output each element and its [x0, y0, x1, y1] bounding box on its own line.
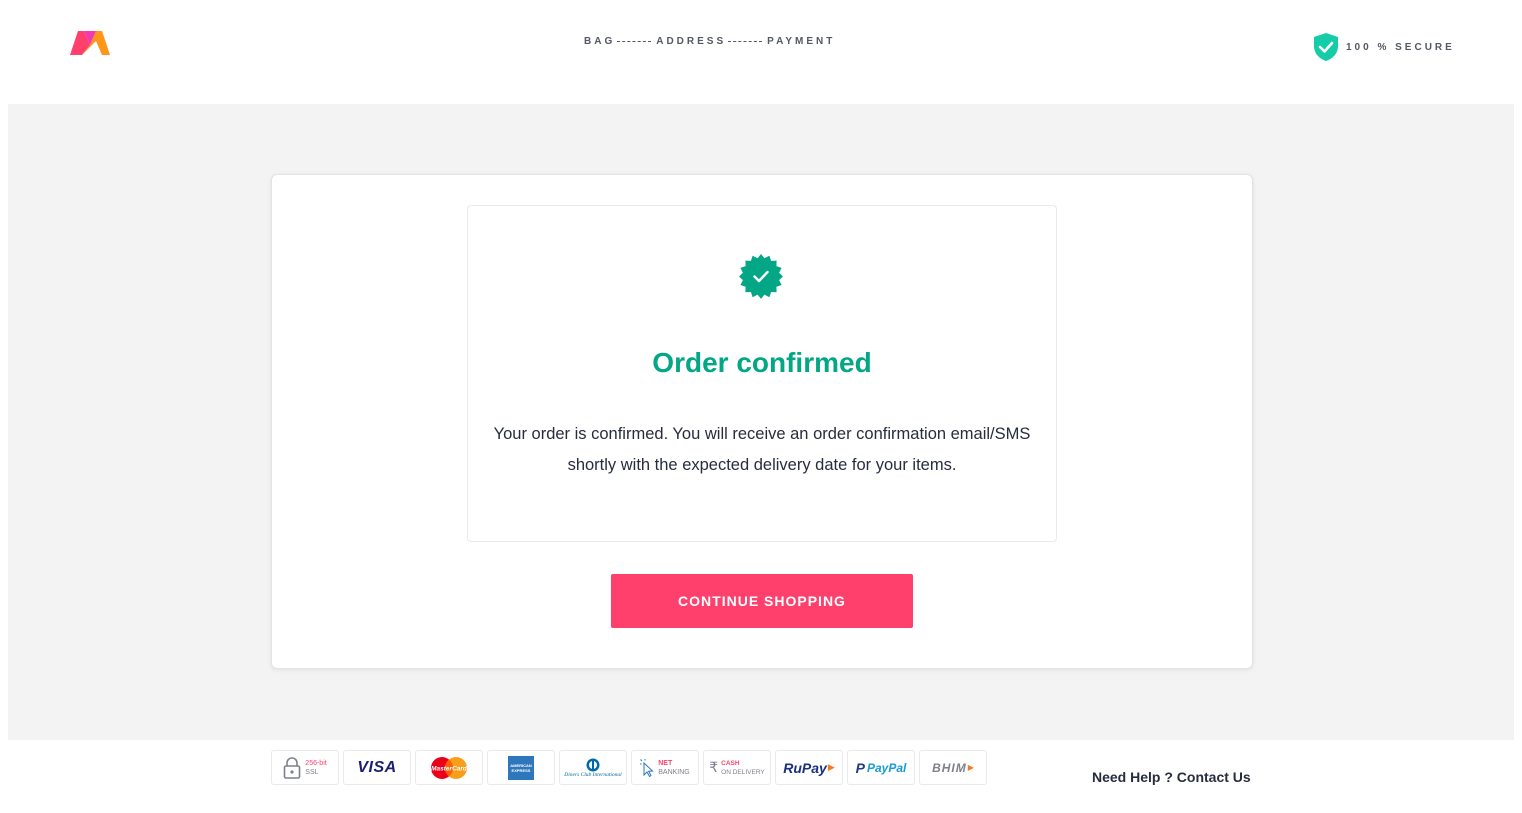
order-confirmed-title: Order confirmed — [652, 347, 872, 378]
diners-label: Diners Club International — [564, 771, 622, 778]
diners-logo: Diners Club International — [559, 750, 627, 785]
ssl-line1: 256-bit — [305, 759, 327, 767]
paypal-logo: P PayPal — [847, 750, 915, 785]
paypal-label: PayPal — [866, 760, 907, 775]
payment-methods: 256-bit SSL VISA MasterCard AMERICAN EXP… — [271, 750, 991, 785]
bhim-label: BHIM — [932, 760, 967, 775]
secure-badge: 100 % SECURE — [1312, 32, 1455, 62]
rupay-logo: RuPay ▶ — [775, 750, 843, 785]
shield-check-icon — [1314, 33, 1338, 61]
amex-icon: AMERICAN EXPRESS — [508, 755, 534, 780]
continue-shopping-button[interactable]: CONTINUE SHOPPING — [611, 574, 913, 628]
amex-logo: AMERICAN EXPRESS — [487, 750, 555, 785]
ssl-line2: SSL — [305, 768, 319, 776]
lock-icon — [283, 756, 301, 779]
step-payment: PAYMENT — [767, 36, 836, 47]
step-divider — [617, 41, 652, 42]
mastercard-logo: MasterCard — [415, 750, 483, 785]
diners-icon — [586, 758, 600, 771]
ssl-badge: 256-bit SSL — [271, 750, 339, 785]
step-divider — [728, 41, 763, 42]
net-banking-badge: NET BANKING — [631, 750, 699, 785]
amex-label: AMERICAN EXPRESS — [510, 762, 532, 773]
cursor-click-icon — [640, 758, 654, 777]
rupay-label: RuPay — [783, 759, 827, 776]
cod-badge: ₹ CASH ON DELIVERY — [703, 750, 771, 785]
confirmation-panel: Order confirmed Your order is confirmed.… — [467, 205, 1057, 542]
visa-label: VISA — [357, 758, 397, 776]
step-bag: BAG — [584, 36, 616, 47]
rupee-icon: ₹ — [709, 759, 719, 775]
confirmation-card: Order confirmed Your order is confirmed.… — [271, 174, 1253, 669]
checkout-steps: BAG ADDRESS PAYMENT — [584, 36, 835, 47]
step-address: ADDRESS — [656, 36, 727, 47]
bhim-arrow-icon: ▶ — [967, 763, 974, 772]
net-banking-line2: BANKING — [658, 768, 690, 776]
rupay-arrow-icon: ▶ — [827, 762, 835, 772]
mastercard-label: MasterCard — [431, 765, 468, 772]
verified-check-icon — [739, 254, 783, 299]
cod-line1: CASH — [721, 759, 740, 767]
header: BAG ADDRESS PAYMENT 100 % SECURE — [0, 0, 1522, 104]
cod-line2: ON DELIVERY — [721, 768, 765, 776]
bhim-logo: BHIM ▶ — [919, 750, 987, 785]
visa-logo: VISA — [343, 750, 411, 785]
mastercard-icon: MasterCard — [431, 756, 468, 779]
myntra-logo[interactable] — [68, 27, 112, 59]
net-banking-line1: NET — [658, 759, 673, 767]
help-contact-link[interactable]: Need Help ? Contact Us — [1092, 769, 1251, 785]
order-confirmed-description: Your order is confirmed. You will receiv… — [493, 425, 1031, 474]
paypal-p-icon: P — [855, 759, 865, 776]
secure-label: 100 % SECURE — [1346, 41, 1455, 53]
